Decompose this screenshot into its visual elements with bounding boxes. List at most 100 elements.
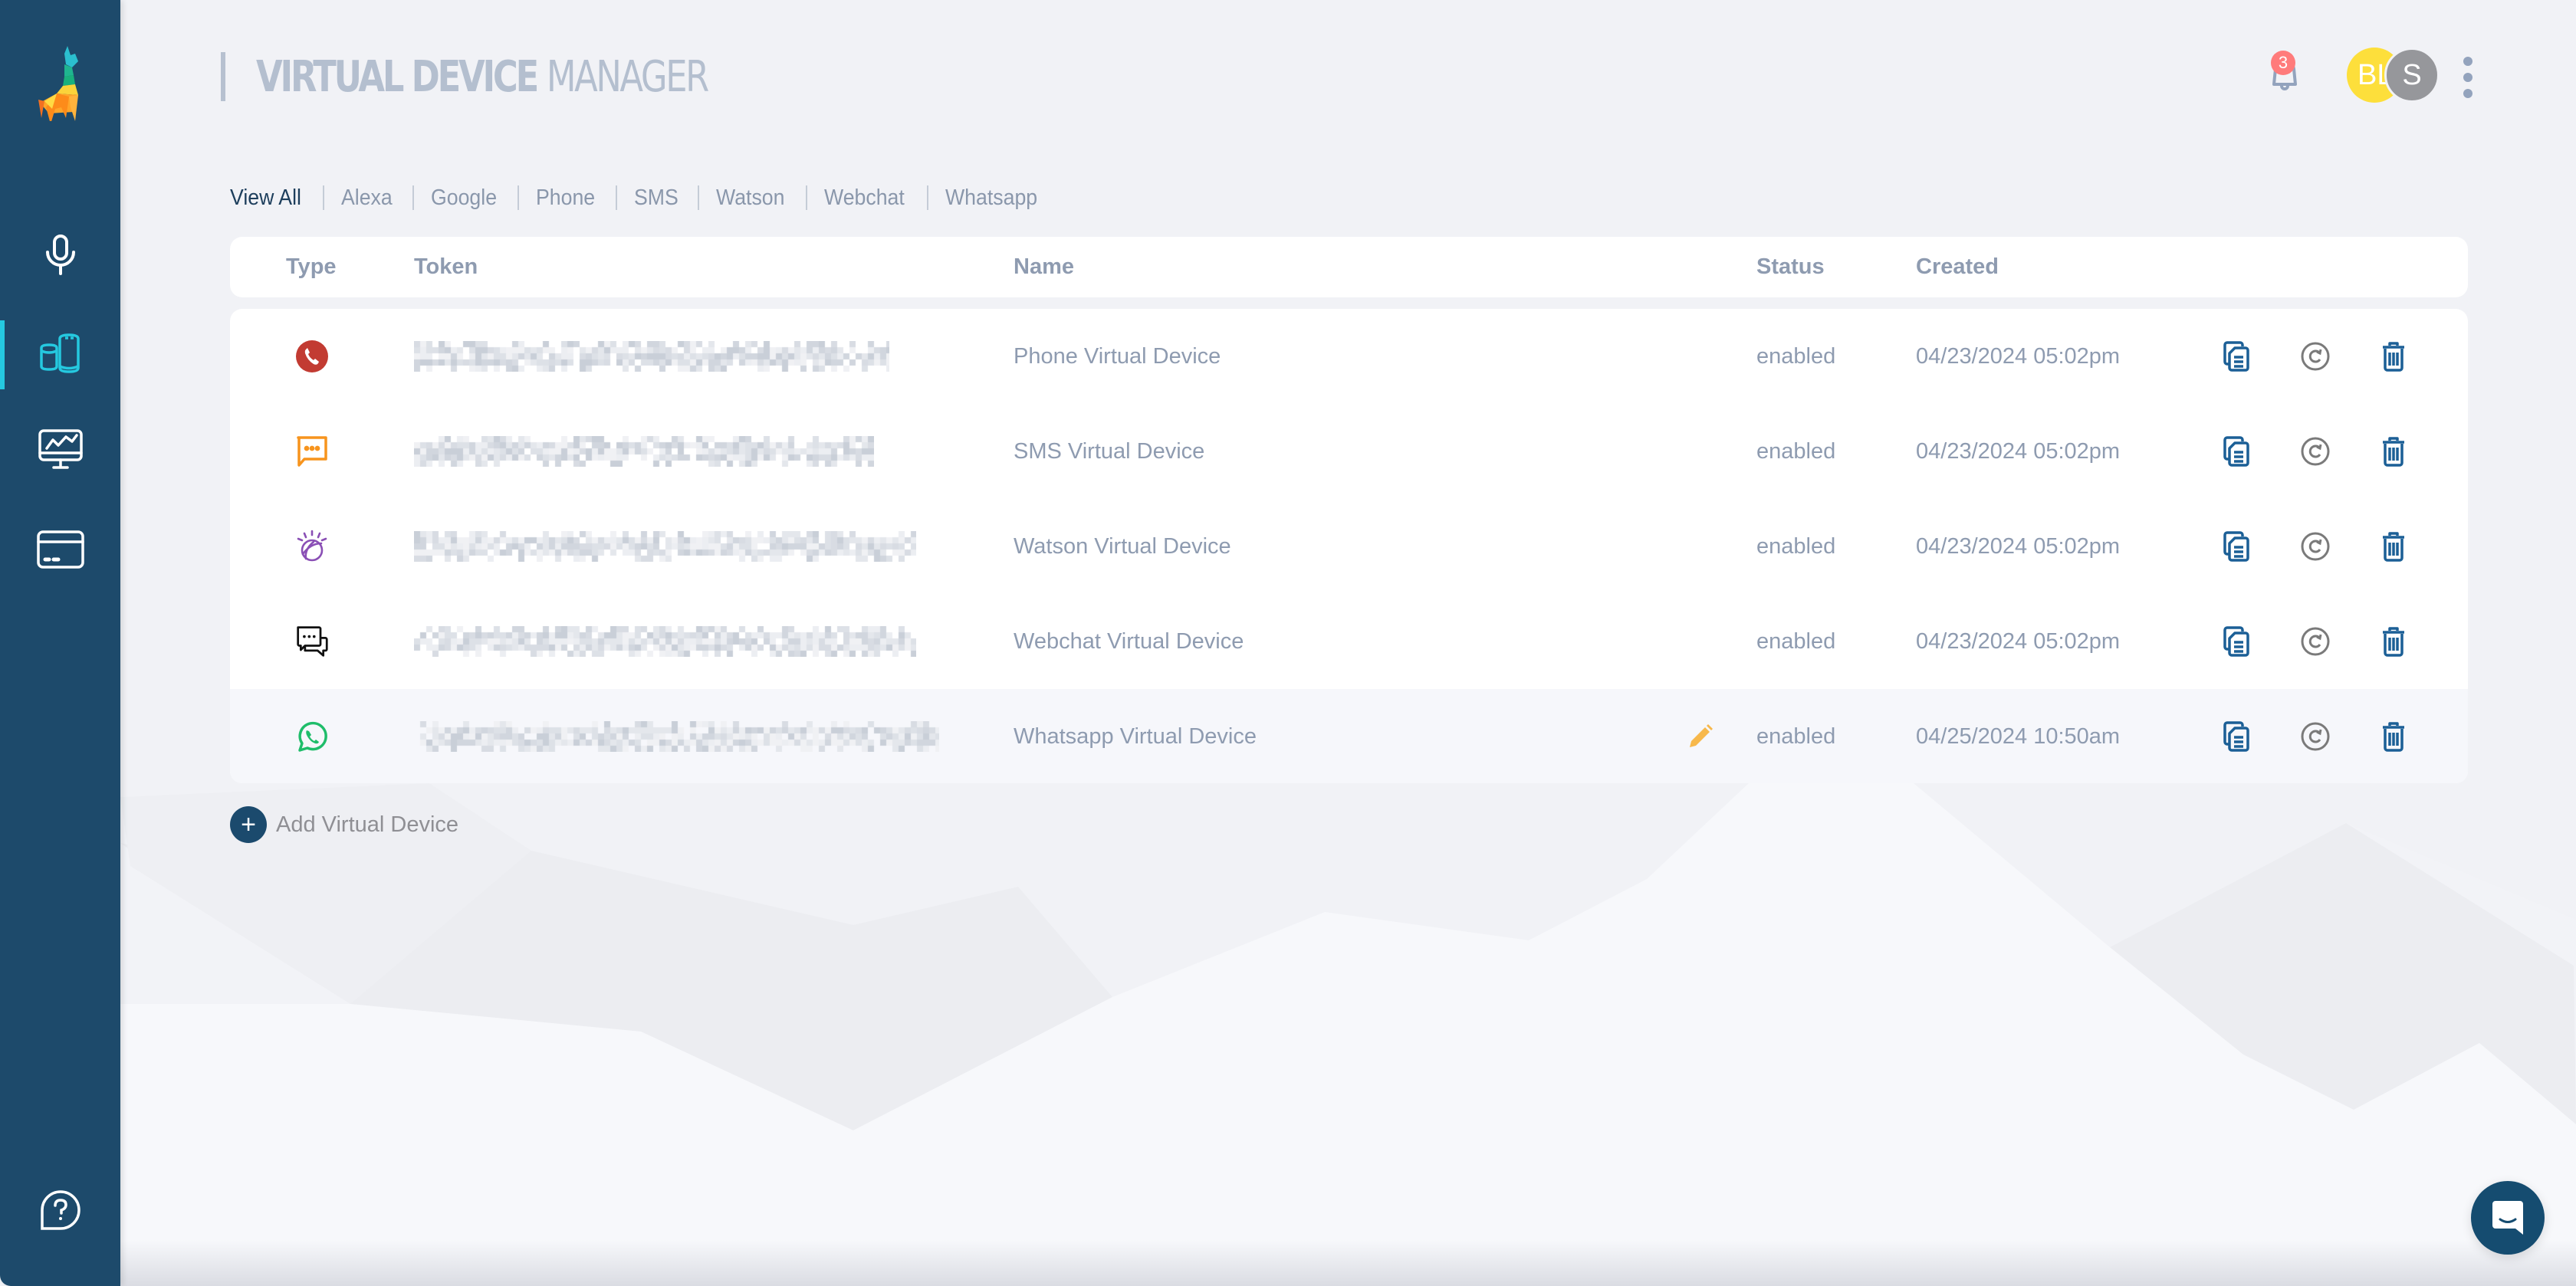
device-name: Whatsapp Virtual Device	[1014, 723, 1257, 749]
refresh-token-button[interactable]	[2298, 340, 2332, 373]
help-bubble-icon	[40, 1190, 80, 1230]
avatar-s[interactable]: S	[2384, 48, 2440, 103]
tab-webchat[interactable]: Webchat	[824, 185, 905, 211]
sidebar-item-virtual-devices[interactable]	[0, 319, 120, 388]
table-row[interactable]: SMS Virtual Device enabled 04/23/2024 05…	[230, 404, 2468, 499]
credit-card-icon	[36, 530, 84, 569]
token-redacted	[414, 721, 939, 752]
add-virtual-device-label: Add Virtual Device	[276, 812, 459, 837]
table-row[interactable]: Phone Virtual Device enabled 04/23/2024 …	[230, 309, 2468, 404]
sidebar-item-monitoring[interactable]	[0, 415, 120, 484]
device-status: enabled	[1756, 628, 1836, 654]
trash-icon	[2383, 627, 2404, 657]
trash-icon	[2383, 722, 2404, 752]
device-name: SMS Virtual Device	[1014, 438, 1205, 464]
device-created: 04/23/2024 05:02pm	[1916, 533, 2121, 559]
copy-document-icon	[2223, 721, 2249, 752]
tab-separator	[697, 185, 699, 210]
copy-token-button[interactable]	[2220, 435, 2253, 468]
trash-icon	[2383, 532, 2404, 562]
device-status: enabled	[1756, 723, 1836, 749]
tab-whatsapp[interactable]: Whatsapp	[945, 185, 1037, 211]
sidebar	[0, 0, 120, 1286]
delete-device-button[interactable]	[2377, 435, 2410, 468]
column-header-token: Token	[414, 254, 478, 279]
edit-name-button[interactable]	[1687, 723, 1714, 750]
tab-view-all[interactable]: View All	[230, 185, 301, 211]
page-title: VIRTUAL DEVICE MANAGER	[221, 51, 820, 102]
device-name: Watson Virtual Device	[1014, 533, 1231, 559]
filter-tabs: View All Alexa Google Phone SMS Watson W…	[230, 182, 1046, 213]
kebab-dot	[2463, 89, 2472, 98]
token-redacted	[414, 531, 916, 562]
token-redacted	[414, 436, 874, 467]
notification-badge: 3	[2271, 51, 2295, 75]
table-header: Type Token Name Status Created	[230, 237, 2468, 297]
microphone-icon	[45, 235, 75, 275]
device-name: Webchat Virtual Device	[1014, 628, 1244, 654]
tab-separator	[323, 185, 325, 210]
watson-icon	[297, 530, 327, 562]
plus-icon: +	[230, 806, 267, 843]
trash-icon	[2383, 437, 2404, 467]
device-name: Phone Virtual Device	[1014, 343, 1221, 369]
device-status: enabled	[1756, 438, 1836, 464]
copy-document-icon	[2223, 436, 2249, 467]
sms-icon	[297, 436, 327, 467]
delete-device-button[interactable]	[2377, 530, 2410, 563]
trash-icon	[2383, 342, 2404, 372]
table-row[interactable]: Watson Virtual Device enabled 04/23/2024…	[230, 499, 2468, 594]
support-chat-launcher[interactable]	[2471, 1181, 2545, 1255]
device-table: Phone Virtual Device enabled 04/23/2024 …	[230, 309, 2468, 783]
refresh-circle-icon	[2301, 342, 2330, 371]
refresh-circle-icon	[2301, 627, 2330, 656]
chat-smile-icon	[2492, 1201, 2523, 1235]
copy-token-button[interactable]	[2220, 720, 2253, 753]
add-virtual-device-button[interactable]: + Add Virtual Device	[230, 806, 458, 843]
table-row[interactable]: Whatsapp Virtual Device enabled 04/25/20…	[230, 689, 2468, 783]
delete-device-button[interactable]	[2377, 340, 2410, 373]
tab-google[interactable]: Google	[431, 185, 497, 211]
refresh-token-button[interactable]	[2298, 435, 2332, 468]
copy-token-button[interactable]	[2220, 530, 2253, 563]
delete-device-button[interactable]	[2377, 625, 2410, 658]
sidebar-item-voice[interactable]	[0, 220, 120, 289]
pencil-icon	[1690, 724, 1713, 747]
tab-separator	[806, 185, 808, 210]
title-accent-bar	[221, 52, 225, 101]
column-header-created: Created	[1916, 254, 1999, 279]
refresh-circle-icon	[2301, 437, 2330, 466]
table-row[interactable]: Webchat Virtual Device enabled 04/23/202…	[230, 594, 2468, 689]
tab-phone[interactable]: Phone	[536, 185, 595, 211]
bottom-shade	[120, 1240, 2576, 1286]
page-title-bold: VIRTUAL DEVICE	[256, 51, 539, 102]
copy-document-icon	[2223, 531, 2249, 562]
smart-speakers-icon	[39, 333, 80, 373]
copy-token-button[interactable]	[2220, 625, 2253, 658]
monitor-chart-icon	[38, 429, 83, 469]
refresh-token-button[interactable]	[2298, 625, 2332, 658]
tab-watson[interactable]: Watson	[716, 185, 784, 211]
refresh-token-button[interactable]	[2298, 530, 2332, 563]
llama-logo[interactable]	[35, 44, 86, 124]
tab-separator	[412, 185, 414, 210]
token-redacted	[414, 341, 889, 372]
kebab-dot	[2463, 57, 2472, 66]
page-title-light: MANAGER	[546, 51, 709, 102]
tab-sms[interactable]: SMS	[634, 185, 678, 211]
delete-device-button[interactable]	[2377, 720, 2410, 753]
tab-separator	[518, 185, 520, 210]
column-header-type: Type	[286, 254, 337, 279]
token-redacted	[414, 626, 916, 657]
tab-separator	[926, 185, 928, 210]
refresh-token-button[interactable]	[2298, 720, 2332, 753]
tab-alexa[interactable]: Alexa	[341, 185, 393, 211]
more-menu-button[interactable]	[2456, 57, 2479, 98]
kebab-dot	[2463, 73, 2472, 82]
refresh-circle-icon	[2301, 722, 2330, 751]
device-created: 04/23/2024 05:02pm	[1916, 438, 2121, 464]
tab-separator	[615, 185, 617, 210]
copy-token-button[interactable]	[2220, 340, 2253, 373]
help-button[interactable]	[0, 1176, 120, 1245]
sidebar-item-billing[interactable]	[0, 516, 120, 585]
